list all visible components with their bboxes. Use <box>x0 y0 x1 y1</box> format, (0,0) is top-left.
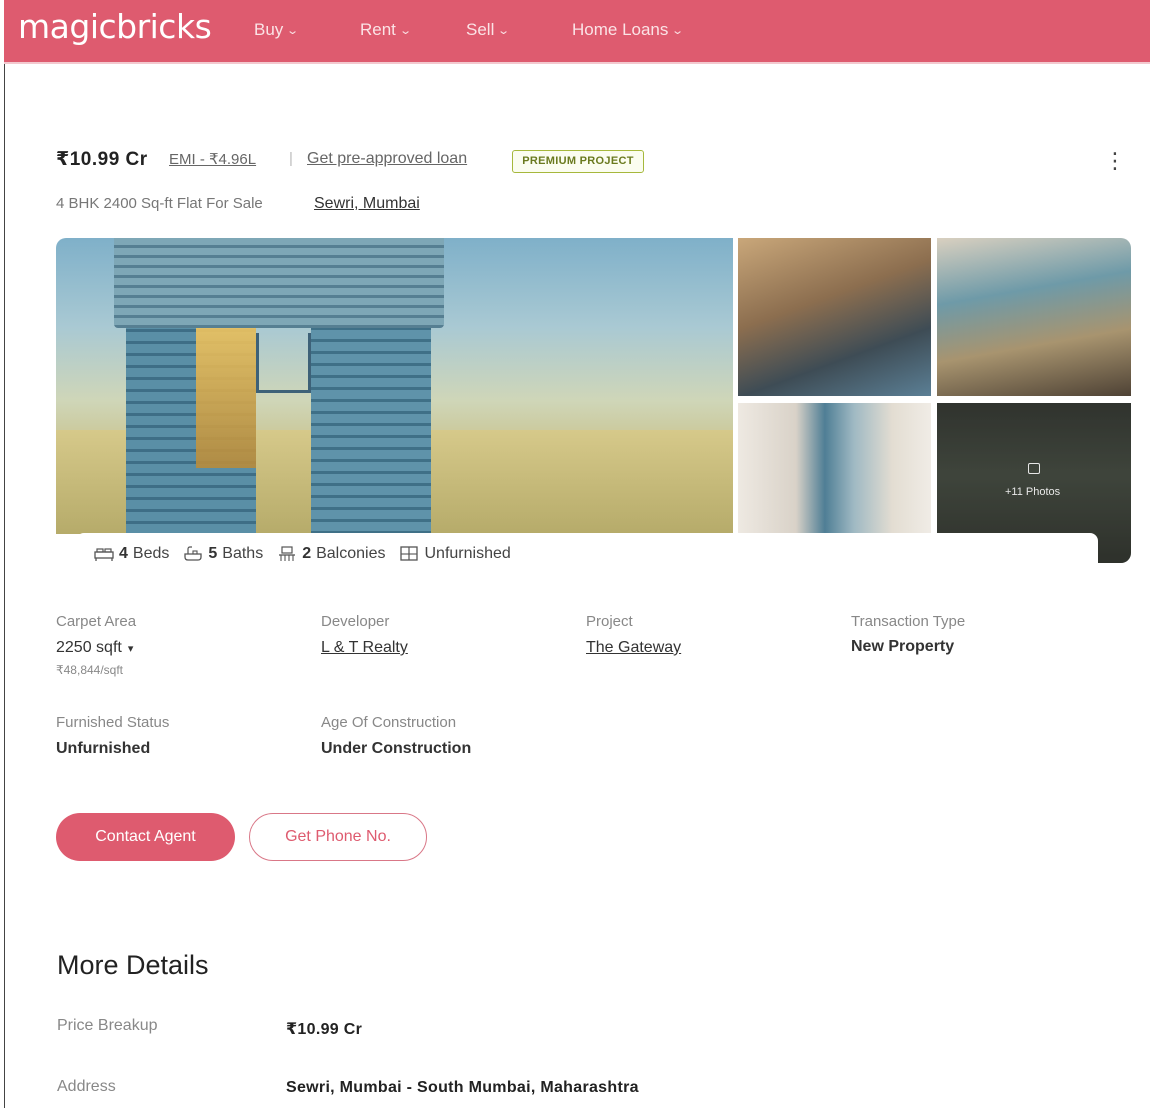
photo-icon <box>1028 463 1040 474</box>
feature-value: 4 <box>119 545 128 562</box>
chevron-down-icon: ⌄ <box>671 24 685 37</box>
pre-approved-loan-link[interactable]: Get pre-approved loan <box>307 150 467 168</box>
price-breakup-label: Price Breakup <box>57 1017 158 1034</box>
furnished-status-value: Unfurnished <box>56 740 151 757</box>
transaction-type-label: Transaction Type <box>851 613 966 630</box>
features-strip: 4 Beds 5 Baths 2 Balconies Unfurnished <box>76 533 1098 575</box>
main-property-photo[interactable] <box>56 238 733 534</box>
developer-link[interactable]: L & T Realty <box>321 639 408 657</box>
chevron-down-icon: ⌄ <box>399 24 412 37</box>
gallery-thumbnail[interactable] <box>937 238 1131 396</box>
photo-tower-right <box>311 318 431 534</box>
age-of-construction-value: Under Construction <box>321 740 472 757</box>
chevron-down-icon: ⌄ <box>286 24 300 37</box>
nav-buy[interactable]: Buy ⌄ <box>254 20 300 40</box>
bed-icon <box>94 548 114 561</box>
nav-rent[interactable]: Rent ⌄ <box>360 20 412 40</box>
transaction-type-value: New Property <box>851 638 955 655</box>
chevron-down-icon: ▾ <box>127 643 134 655</box>
feature-beds: 4 Beds <box>94 545 169 563</box>
project-link[interactable]: The Gateway <box>586 639 681 657</box>
site-logo[interactable]: magicbricks <box>18 7 212 46</box>
nav-sell[interactable]: Sell ⌄ <box>466 20 511 40</box>
furnishing-icon <box>400 546 419 561</box>
carpet-area-value[interactable]: 2250 sqft ▾ <box>56 639 133 657</box>
gallery-thumbnail[interactable] <box>738 403 931 534</box>
address-value: Sewri, Mumbai - South Mumbai, Maharashtr… <box>286 1079 639 1096</box>
divider: | <box>289 150 293 167</box>
feature-baths: 5 Baths <box>183 545 263 563</box>
balcony-icon <box>279 546 296 561</box>
top-navbar: magicbricks Buy ⌄ Rent ⌄ Sell ⌄ Home Loa… <box>4 0 1150 64</box>
listing-subtitle: 4 BHK 2400 Sq-ft Flat For Sale <box>56 195 263 212</box>
feature-label: Baths <box>222 545 264 562</box>
price-breakup-value: ₹10.99 Cr <box>286 1021 363 1038</box>
age-of-construction-label: Age Of Construction <box>321 714 457 731</box>
photo-tower-bridge <box>256 333 311 393</box>
carpet-area-text: 2250 sqft <box>56 639 122 656</box>
nav-home-loans[interactable]: Home Loans ⌄ <box>572 20 685 40</box>
nav-sell-label: Sell <box>466 20 495 39</box>
photo-tower-crown <box>114 238 444 328</box>
listing-price: ₹10.99 Cr <box>56 149 148 170</box>
nav-home-loans-label: Home Loans <box>572 20 669 39</box>
gallery-thumbnail[interactable] <box>738 238 931 396</box>
feature-label: Beds <box>132 545 170 562</box>
listing-location-link[interactable]: Sewri, Mumbai <box>314 195 420 213</box>
photo-tower-glow <box>196 328 256 468</box>
emi-link[interactable]: EMI - ₹4.96L <box>169 150 256 168</box>
address-label: Address <box>57 1078 116 1095</box>
furnished-status-label: Furnished Status <box>56 714 170 731</box>
feature-label: Unfurnished <box>424 545 511 562</box>
bath-icon <box>184 546 203 561</box>
more-options-icon[interactable]: ⋮ <box>1104 146 1126 176</box>
photos-count: +11 Photos <box>1005 486 1061 498</box>
nav-buy-label: Buy <box>254 20 284 39</box>
more-details-heading: More Details <box>57 950 209 980</box>
feature-value: 5 <box>208 545 218 562</box>
developer-label: Developer <box>321 613 390 630</box>
premium-project-badge: PREMIUM PROJECT <box>512 150 644 173</box>
project-label: Project <box>586 613 633 630</box>
contact-agent-button[interactable]: Contact Agent <box>56 813 235 861</box>
feature-balconies: 2 Balconies <box>277 545 385 563</box>
feature-value: 2 <box>302 545 312 562</box>
feature-label: Balconies <box>316 545 386 562</box>
carpet-area-label: Carpet Area <box>56 613 137 630</box>
chevron-down-icon: ⌄ <box>497 24 511 37</box>
get-phone-button[interactable]: Get Phone No. <box>249 813 427 861</box>
nav-rent-label: Rent <box>360 20 396 39</box>
price-per-sqft: ₹48,844/sqft <box>56 663 124 677</box>
feature-furnishing: Unfurnished <box>399 545 511 563</box>
